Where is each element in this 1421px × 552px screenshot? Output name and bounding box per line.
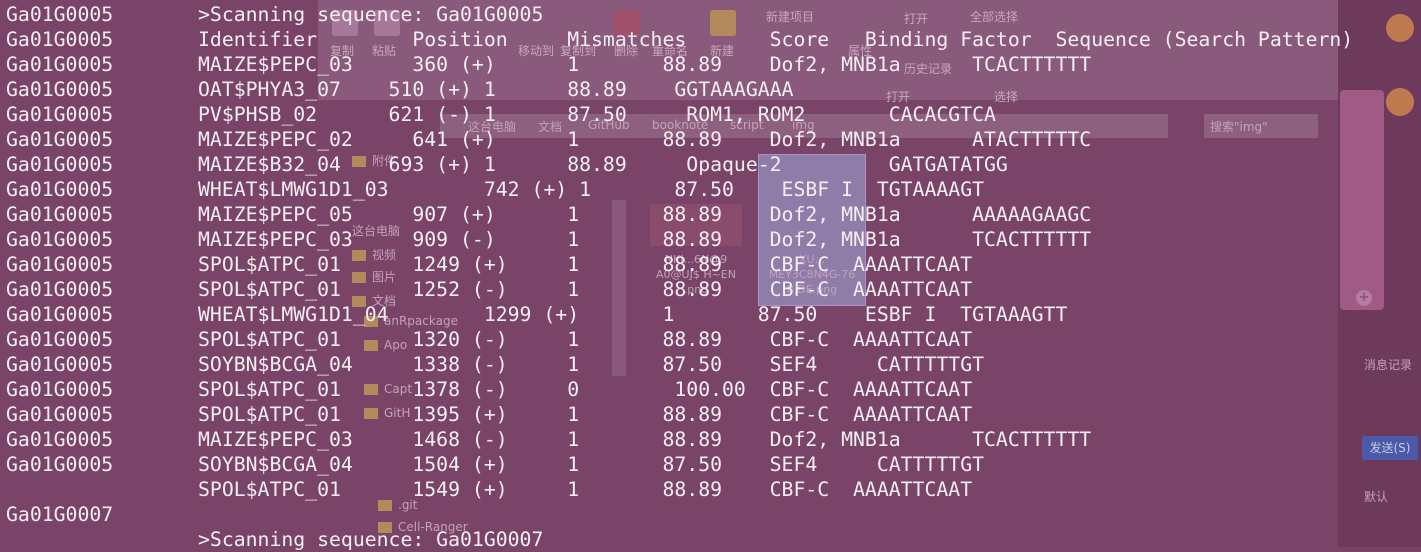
gene-id: Ga01G0005 <box>6 328 114 351</box>
terminal-line: Ga01G0005 OAT$PHYA3_07 510 (+) 1 88.89 GG… <box>6 77 793 102</box>
terminal-line: Ga01G0005 SOYBN$BCGA_04 1504 (+) 1 87.50 … <box>6 452 984 477</box>
gene-id: Ga01G0005 <box>6 378 114 401</box>
gene-id: Ga01G0005 <box>6 78 114 101</box>
gene-id: Ga01G0005 <box>6 403 114 426</box>
terminal-line: Ga01G0005 SPOL$ATPC_01 1395 (+) 1 88.89 C… <box>6 402 972 427</box>
line-content: MAIZE$PEPC_03 360 (+) 1 88.89 Dof2, MNB1… <box>198 53 1092 76</box>
terminal-line: Ga01G0007 <box>6 502 113 527</box>
terminal-line: Ga01G0005 SPOL$ATPC_01 1249 (+) 1 88.89 C… <box>6 252 972 277</box>
line-content: OAT$PHYA3_07 510 (+) 1 88.89 GGTAAAGAAA <box>198 78 794 101</box>
line-content: >Scanning sequence: Ga01G0005 <box>198 3 544 26</box>
gene-id: Ga01G0007 <box>6 503 114 526</box>
gene-id: Ga01G0005 <box>6 278 114 301</box>
line-content: MAIZE$PEPC_02 641 (+) 1 88.89 Dof2, MNB1… <box>198 128 1092 151</box>
gene-id: Ga01G0005 <box>6 128 114 151</box>
line-content: Identifier Position Mismatches Score Bin… <box>198 28 1354 51</box>
line-content: PV$PHSB_02 621 (-) 1 87.50 ROM1, ROM2 CA… <box>198 103 996 126</box>
line-content: SPOL$ATPC_01 1378 (-) 0 100.00 CBF-C AAA… <box>198 378 973 401</box>
terminal-line: Ga01G0005 WHEAT$LMWG1D1_04 1299 (+) 1 87.… <box>6 302 1067 327</box>
line-content: WHEAT$LMWG1D1_03 742 (+) 1 87.50 ESBF I … <box>198 178 985 201</box>
gene-id: Ga01G0005 <box>6 103 114 126</box>
terminal-output[interactable]: Ga01G0005 >Scanning sequence: Ga01G0005 Ga… <box>0 0 1421 551</box>
terminal-line: Ga01G0005 PV$PHSB_02 621 (-) 1 87.50 ROM1… <box>6 102 996 127</box>
terminal-line: Ga01G0005 SOYBN$BCGA_04 1338 (-) 1 87.50 … <box>6 352 984 377</box>
line-content: SPOL$ATPC_01 1549 (+) 1 88.89 CBF-C AAAA… <box>198 478 973 501</box>
line-content: >Scanning sequence: Ga01G0007 <box>198 528 544 551</box>
terminal-line: Ga01G0005 SPOL$ATPC_01 1320 (-) 1 88.89 C… <box>6 327 972 352</box>
line-content: SPOL$ATPC_01 1249 (+) 1 88.89 CBF-C AAAA… <box>198 253 973 276</box>
line-content: SPOL$ATPC_01 1252 (-) 1 88.89 CBF-C AAAA… <box>198 278 973 301</box>
terminal-line: Ga01G0005 MAIZE$PEPC_02 641 (+) 1 88.89 D… <box>6 127 1091 152</box>
line-content: SOYBN$BCGA_04 1504 (+) 1 87.50 SEF4 CATT… <box>198 453 985 476</box>
gene-id: Ga01G0005 <box>6 428 114 451</box>
terminal-line: Ga01G0005 SPOL$ATPC_01 1252 (-) 1 88.89 C… <box>6 277 972 302</box>
gene-id: Ga01G0005 <box>6 3 114 26</box>
gene-id: Ga01G0005 <box>6 28 114 51</box>
line-content: WHEAT$LMWG1D1_04 1299 (+) 1 87.50 ESBF I… <box>198 303 1068 326</box>
terminal-line: Ga01G0005 MAIZE$PEPC_03 360 (+) 1 88.89 D… <box>6 52 1091 77</box>
line-content: SPOL$ATPC_01 1395 (+) 1 88.89 CBF-C AAAA… <box>198 403 973 426</box>
terminal-line: Ga01G0005 MAIZE$PEPC_03 1468 (-) 1 88.89 … <box>6 427 1091 452</box>
terminal-line: Ga01G0005 MAIZE$PEPC_03 909 (-) 1 88.89 D… <box>6 227 1091 252</box>
terminal-line: Ga01G0005 Identifier Position Mismatches … <box>6 27 1353 52</box>
gene-id: Ga01G0005 <box>6 178 114 201</box>
line-content: MAIZE$PEPC_05 907 (+) 1 88.89 Dof2, MNB1… <box>198 203 1092 226</box>
gene-id: Ga01G0005 <box>6 228 114 251</box>
terminal-line: Ga01G0005 MAIZE$B32_04 693 (+) 1 88.89 Op… <box>6 152 1008 177</box>
gene-id: Ga01G0005 <box>6 53 114 76</box>
terminal-line: Ga01G0005 WHEAT$LMWG1D1_03 742 (+) 1 87.5… <box>6 177 984 202</box>
gene-id: Ga01G0005 <box>6 253 114 276</box>
gene-id: Ga01G0005 <box>6 203 114 226</box>
line-content: SPOL$ATPC_01 1320 (-) 1 88.89 CBF-C AAAA… <box>198 328 973 351</box>
terminal-line: Ga01G0005 MAIZE$PEPC_05 907 (+) 1 88.89 D… <box>6 202 1091 227</box>
terminal-line: Ga01G0005 >Scanning sequence: Ga01G0005 <box>6 2 543 27</box>
line-content: SOYBN$BCGA_04 1338 (-) 1 87.50 SEF4 CATT… <box>198 353 985 376</box>
line-content: MAIZE$PEPC_03 1468 (-) 1 88.89 Dof2, MNB… <box>198 428 1092 451</box>
gene-id: Ga01G0005 <box>6 303 114 326</box>
line-content: MAIZE$PEPC_03 909 (-) 1 88.89 Dof2, MNB1… <box>198 228 1092 251</box>
line-content: MAIZE$B32_04 693 (+) 1 88.89 Opaque-2 GA… <box>198 153 1008 176</box>
gene-id: Ga01G0005 <box>6 353 114 376</box>
gene-id: Ga01G0005 <box>6 153 114 176</box>
gene-id: Ga01G0005 <box>6 453 114 476</box>
terminal-line: Ga01G0005 SPOL$ATPC_01 1378 (-) 0 100.00 … <box>6 377 972 402</box>
